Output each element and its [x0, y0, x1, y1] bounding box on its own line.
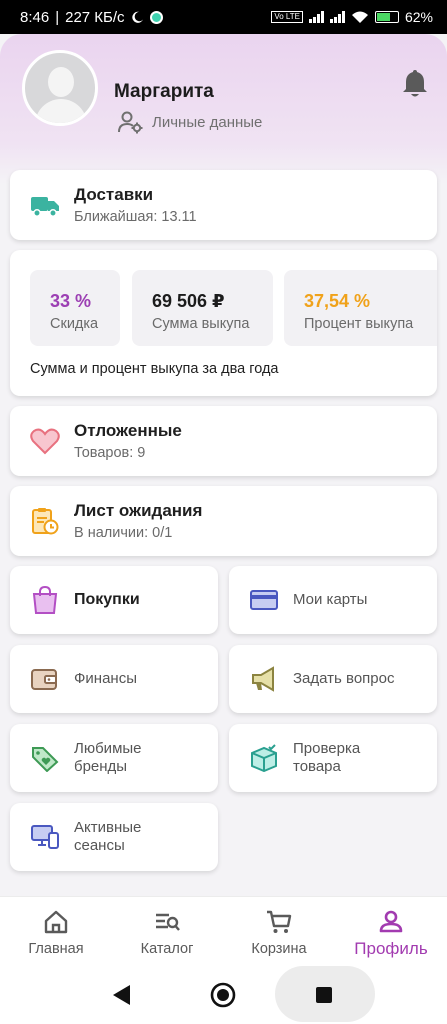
nav-home-label: Главная	[28, 941, 84, 957]
purchase-sum-label: Сумма выкупа	[152, 316, 250, 332]
wifi-icon	[351, 11, 368, 23]
waitlist-subtitle: В наличии: 0/1	[74, 525, 173, 541]
tag-heart-icon	[32, 747, 59, 772]
status-bar: 8:46 | 227 КБ/с Vo LTE 62%	[0, 0, 447, 34]
home-button-icon[interactable]	[210, 982, 236, 1008]
active-sessions-label: Активные сеансы	[74, 819, 142, 854]
purchase-percent-stat: 37,54 % Процент выкупа	[284, 270, 437, 346]
purchases-tile[interactable]: Покупки	[10, 566, 218, 634]
profile-screen: Маргарита Личные данные Доставки Ближайш…	[0, 34, 447, 896]
signal-icon	[308, 11, 324, 23]
favorites-card[interactable]: Отложенные Товаров: 9	[10, 406, 437, 476]
status-speed: 227 КБ/с	[65, 8, 125, 26]
system-navigation-bar	[0, 966, 447, 1024]
user-name: Маргарита	[114, 81, 214, 102]
ask-question-tile[interactable]: Задать вопрос	[229, 645, 437, 713]
check-product-tile[interactable]: Проверка товара	[229, 724, 437, 792]
credit-card-icon	[250, 590, 278, 610]
status-time: 8:46	[20, 8, 50, 26]
waitlist-card[interactable]: Лист ожидания В наличии: 0/1	[10, 486, 437, 556]
bottom-navigation: Главная Каталог Корзина Профиль	[0, 896, 447, 966]
personal-data-link[interactable]: Личные данные	[118, 110, 262, 134]
nav-profile-label: Профиль	[354, 939, 428, 958]
favorites-title: Отложенные	[74, 421, 182, 440]
purchase-sum-stat: 69 506 ₽ Сумма выкупа	[132, 270, 273, 346]
nav-catalog[interactable]: Каталог	[112, 897, 222, 967]
catalog-search-icon	[156, 913, 180, 931]
ask-question-label: Задать вопрос	[293, 670, 395, 687]
waitlist-title: Лист ожидания	[74, 501, 203, 520]
deliveries-card[interactable]: Доставки Ближайшая: 13.11	[10, 170, 437, 240]
check-product-label: Проверка товара	[293, 740, 361, 775]
shopping-bag-icon	[32, 586, 58, 614]
profile-icon	[379, 910, 403, 933]
profile-header: Маргарита Личные данные	[22, 50, 429, 134]
truck-icon	[31, 197, 59, 217]
deliveries-subtitle: Ближайшая: 13.11	[74, 209, 197, 225]
battery-percent: 62%	[404, 9, 433, 25]
favorite-brands-tile[interactable]: Любимые бренды	[10, 724, 218, 792]
app-notification-icon	[149, 10, 163, 24]
discount-value: 33 %	[50, 291, 92, 311]
my-cards-label: Мои карты	[293, 591, 368, 608]
favorite-brands-label: Любимые бренды	[74, 740, 142, 775]
box-check-icon	[251, 744, 277, 772]
discount-label: Скидка	[50, 316, 99, 332]
purchase-percent-value: 37,54 %	[304, 291, 371, 311]
user-settings-icon	[118, 111, 143, 134]
nav-cart-label: Корзина	[251, 941, 307, 957]
avatar[interactable]	[22, 50, 98, 126]
bell-icon[interactable]	[401, 68, 429, 98]
devices-icon	[31, 825, 59, 849]
recents-icon[interactable]	[315, 986, 333, 1004]
my-cards-tile[interactable]: Мои карты	[229, 566, 437, 634]
cart-icon	[267, 910, 292, 933]
megaphone-icon	[252, 666, 274, 692]
purchases-label: Покупки	[74, 591, 140, 608]
heart-icon	[30, 428, 60, 455]
discount-stat: 33 % Скидка	[30, 270, 120, 346]
finance-tile[interactable]: Финансы	[10, 645, 218, 713]
purchase-percent-label: Процент выкупа	[304, 316, 414, 332]
purchase-sum-value: 69 506 ₽	[152, 291, 225, 311]
nav-home[interactable]: Главная	[1, 897, 111, 967]
home-icon	[44, 910, 68, 934]
wallet-icon	[31, 669, 57, 690]
personal-data-label: Личные данные	[152, 113, 263, 131]
volte-icon: Vo LTE	[271, 11, 303, 23]
nav-cart[interactable]: Корзина	[224, 897, 334, 967]
purchase-stats-card: 33 % Скидка 69 506 ₽ Сумма выкупа 37,54 …	[10, 250, 437, 396]
nav-catalog-label: Каталог	[140, 941, 194, 957]
moon-icon	[131, 11, 143, 23]
deliveries-title: Доставки	[74, 185, 154, 204]
stats-note: Сумма и процент выкупа за два года	[30, 361, 279, 377]
clipboard-clock-icon	[32, 508, 59, 535]
battery-icon	[374, 11, 399, 23]
back-icon[interactable]	[110, 983, 132, 1007]
finance-label: Финансы	[74, 670, 137, 687]
nav-profile[interactable]: Профиль	[336, 897, 446, 967]
favorites-subtitle: Товаров: 9	[74, 445, 146, 461]
signal-2-icon	[329, 11, 345, 23]
active-sessions-tile[interactable]: Активные сеансы	[10, 803, 218, 871]
